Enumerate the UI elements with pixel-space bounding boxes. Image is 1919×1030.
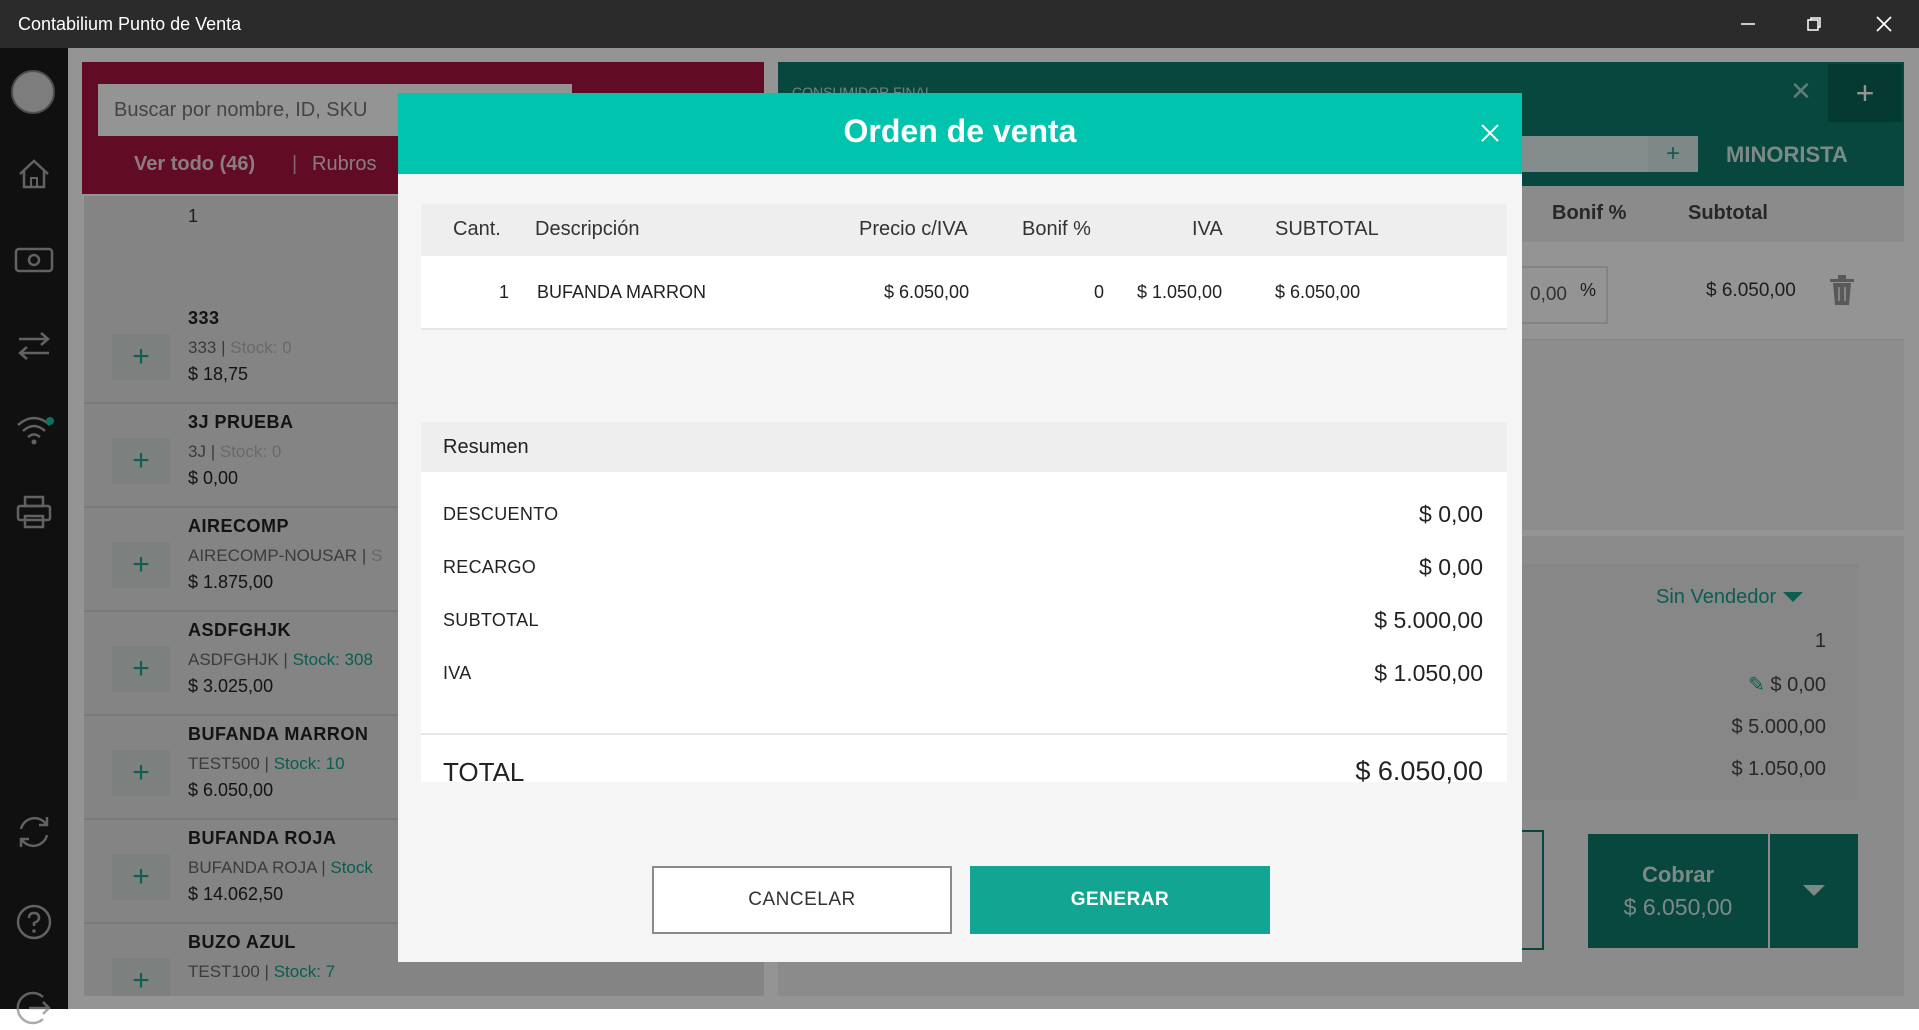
window-title: Contabilium Punto de Venta: [18, 14, 242, 34]
col-description: Descripción: [535, 218, 640, 240]
summary-header: Resumen: [421, 422, 1507, 472]
dialog-header: Orden de venta: [398, 93, 1522, 174]
row-price: $ 6.050,00: [884, 282, 970, 302]
iva-label: IVA: [443, 663, 472, 683]
discount-label: DESCUENTO: [443, 504, 559, 524]
row-description: BUFANDA MARRON: [537, 282, 707, 302]
summary-title: Resumen: [443, 436, 529, 458]
row-iva: $ 1.050,00: [1137, 282, 1223, 302]
col-price: Precio c/IVA: [859, 218, 968, 240]
discount-value: $ 0,00: [1419, 501, 1483, 527]
table-row: 1 BUFANDA MARRON $ 6.050,00 0 $ 1.050,00…: [421, 256, 1507, 330]
total-value: $ 6.050,00: [1355, 756, 1483, 786]
cancel-button[interactable]: CANCELAR: [652, 866, 952, 934]
close-icon[interactable]: [1856, 0, 1912, 48]
minimize-icon[interactable]: [1720, 0, 1776, 48]
row-subtotal: $ 6.050,00: [1275, 282, 1361, 302]
order-table-header: Cant. Descripción Precio c/IVA Bonif % I…: [421, 204, 1507, 256]
surcharge-label: RECARGO: [443, 557, 537, 577]
restore-icon[interactable]: [1786, 0, 1842, 48]
col-subtotal: SUBTOTAL: [1275, 218, 1379, 240]
col-iva: IVA: [1192, 218, 1223, 240]
sales-order-dialog: Orden de venta Cant. Descripción Precio …: [398, 93, 1522, 962]
row-bonif: 0: [1094, 282, 1105, 302]
total-label: TOTAL: [443, 757, 525, 787]
row-qty: 1: [499, 282, 510, 302]
summary-body: DESCUENTO $ 0,00 RECARGO $ 0,00 SUBTOTAL…: [421, 472, 1507, 787]
col-qty: Cant.: [453, 218, 501, 240]
window-titlebar: Contabilium Punto de Venta: [0, 0, 1919, 48]
dialog-title: Orden de venta: [843, 113, 1077, 149]
surcharge-value: $ 0,00: [1419, 554, 1483, 580]
subtotal-value: $ 5.000,00: [1374, 607, 1483, 633]
subtotal-label: SUBTOTAL: [443, 610, 539, 630]
col-bonif: Bonif %: [1022, 218, 1091, 240]
divider: [421, 733, 1507, 735]
generate-button[interactable]: GENERAR: [970, 866, 1270, 934]
iva-value: $ 1.050,00: [1374, 660, 1483, 686]
close-icon[interactable]: [1470, 113, 1510, 153]
